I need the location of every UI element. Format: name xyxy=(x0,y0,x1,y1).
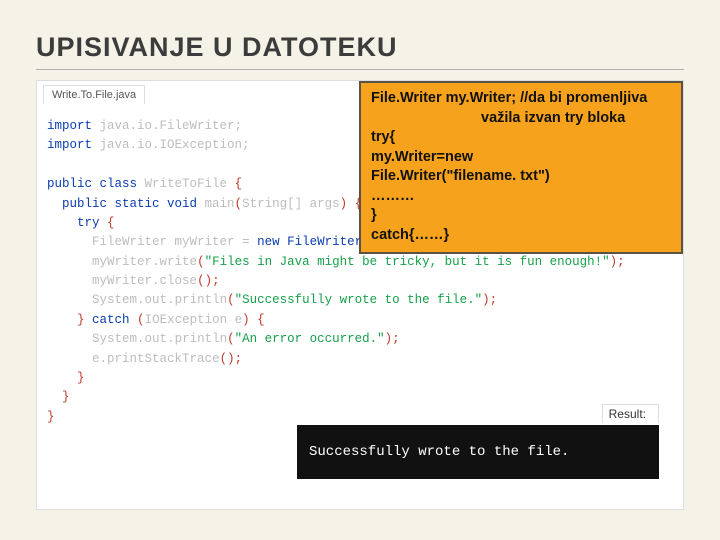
callout-line: ……… xyxy=(371,187,671,207)
code-token: ; xyxy=(242,138,250,152)
code-token: { xyxy=(107,216,115,230)
code-token: ( xyxy=(137,313,145,327)
code-token: . xyxy=(152,274,160,288)
code-token: FileWriter xyxy=(160,119,235,133)
code-token: try xyxy=(47,216,107,230)
slide: UPISIVANJE U DATOTEKU Write.To.File.java… xyxy=(0,0,720,540)
code-token: main xyxy=(205,197,235,211)
code-token: . xyxy=(100,352,108,366)
code-token: ) { xyxy=(242,313,265,327)
code-token: (); xyxy=(197,274,220,288)
code-token: "Files in Java might be tricky, but it i… xyxy=(205,255,610,269)
code-token: java.io. xyxy=(92,119,160,133)
code-token: . xyxy=(167,332,175,346)
code-token: out xyxy=(145,332,168,346)
code-token: ); xyxy=(610,255,625,269)
code-token: println xyxy=(175,293,228,307)
code-token: ( xyxy=(227,332,235,346)
callout-line: try{ xyxy=(371,128,671,148)
file-tab: Write.To.File.java xyxy=(43,85,145,104)
code-token: = xyxy=(235,235,258,249)
code-token: String xyxy=(242,197,287,211)
code-token: public class xyxy=(47,177,145,191)
code-token: e xyxy=(92,352,100,366)
code-token: ( xyxy=(227,293,235,307)
code-token: . xyxy=(167,293,175,307)
code-token: [] xyxy=(287,197,310,211)
code-token: myWriter xyxy=(92,274,152,288)
callout-line: važila izvan try bloka xyxy=(371,109,671,129)
code-token: write xyxy=(160,255,198,269)
code-token: WriteToFile xyxy=(145,177,228,191)
code-token: } xyxy=(77,371,85,385)
code-token: println xyxy=(175,332,228,346)
code-token xyxy=(47,352,92,366)
slide-title: UPISIVANJE U DATOTEKU xyxy=(36,32,684,70)
code-token: myWriter xyxy=(92,255,152,269)
code-token: close xyxy=(160,274,198,288)
code-token: (); xyxy=(220,352,243,366)
result-label: Result: xyxy=(602,404,659,423)
code-token xyxy=(47,235,92,249)
callout-line: catch{……} xyxy=(371,226,671,246)
code-token: ); xyxy=(385,332,400,346)
code-token: args xyxy=(310,197,340,211)
callout-line: File.Writer("filename. txt") xyxy=(371,167,671,187)
code-token xyxy=(47,390,62,404)
code-token: { xyxy=(227,177,242,191)
code-token: ); xyxy=(482,293,497,307)
code-token: ( xyxy=(197,255,205,269)
code-token: System xyxy=(92,332,137,346)
annotation-callout: File.Writer my.Writer; //da bi promenlji… xyxy=(359,81,683,254)
callout-line: my.Writer=new xyxy=(371,148,671,168)
code-token: } xyxy=(62,390,70,404)
code-token: IOException xyxy=(160,138,243,152)
code-token: FileWriter myWriter xyxy=(92,235,235,249)
code-token: ; xyxy=(235,119,243,133)
code-token xyxy=(47,274,92,288)
code-token: printStackTrace xyxy=(107,352,220,366)
console-output: Successfully wrote to the file. xyxy=(297,425,659,479)
code-token: java.io. xyxy=(92,138,160,152)
code-token: System xyxy=(92,293,137,307)
code-token: . xyxy=(137,293,145,307)
code-token: } xyxy=(77,313,85,327)
code-token xyxy=(47,255,92,269)
content-area: Write.To.File.java import java.io.FileWr… xyxy=(36,80,684,510)
code-token: . xyxy=(152,255,160,269)
code-token xyxy=(47,332,92,346)
code-token: import xyxy=(47,138,92,152)
code-token: catch xyxy=(85,313,138,327)
code-token: . xyxy=(137,332,145,346)
code-token: out xyxy=(145,293,168,307)
code-token xyxy=(47,293,92,307)
code-token: new FileWriter xyxy=(257,235,362,249)
code-token: } xyxy=(47,410,55,424)
code-token: import xyxy=(47,119,92,133)
callout-line: File.Writer my.Writer; //da bi promenlji… xyxy=(371,89,671,109)
code-token: IOException e xyxy=(145,313,243,327)
code-token: ( xyxy=(235,197,243,211)
code-token xyxy=(47,313,77,327)
console-text: Successfully wrote to the file. xyxy=(309,444,569,460)
code-token: "An error occurred." xyxy=(235,332,385,346)
code-token: "Successfully wrote to the file." xyxy=(235,293,483,307)
callout-line: } xyxy=(371,206,671,226)
code-token: public static void xyxy=(47,197,205,211)
code-token xyxy=(47,371,77,385)
